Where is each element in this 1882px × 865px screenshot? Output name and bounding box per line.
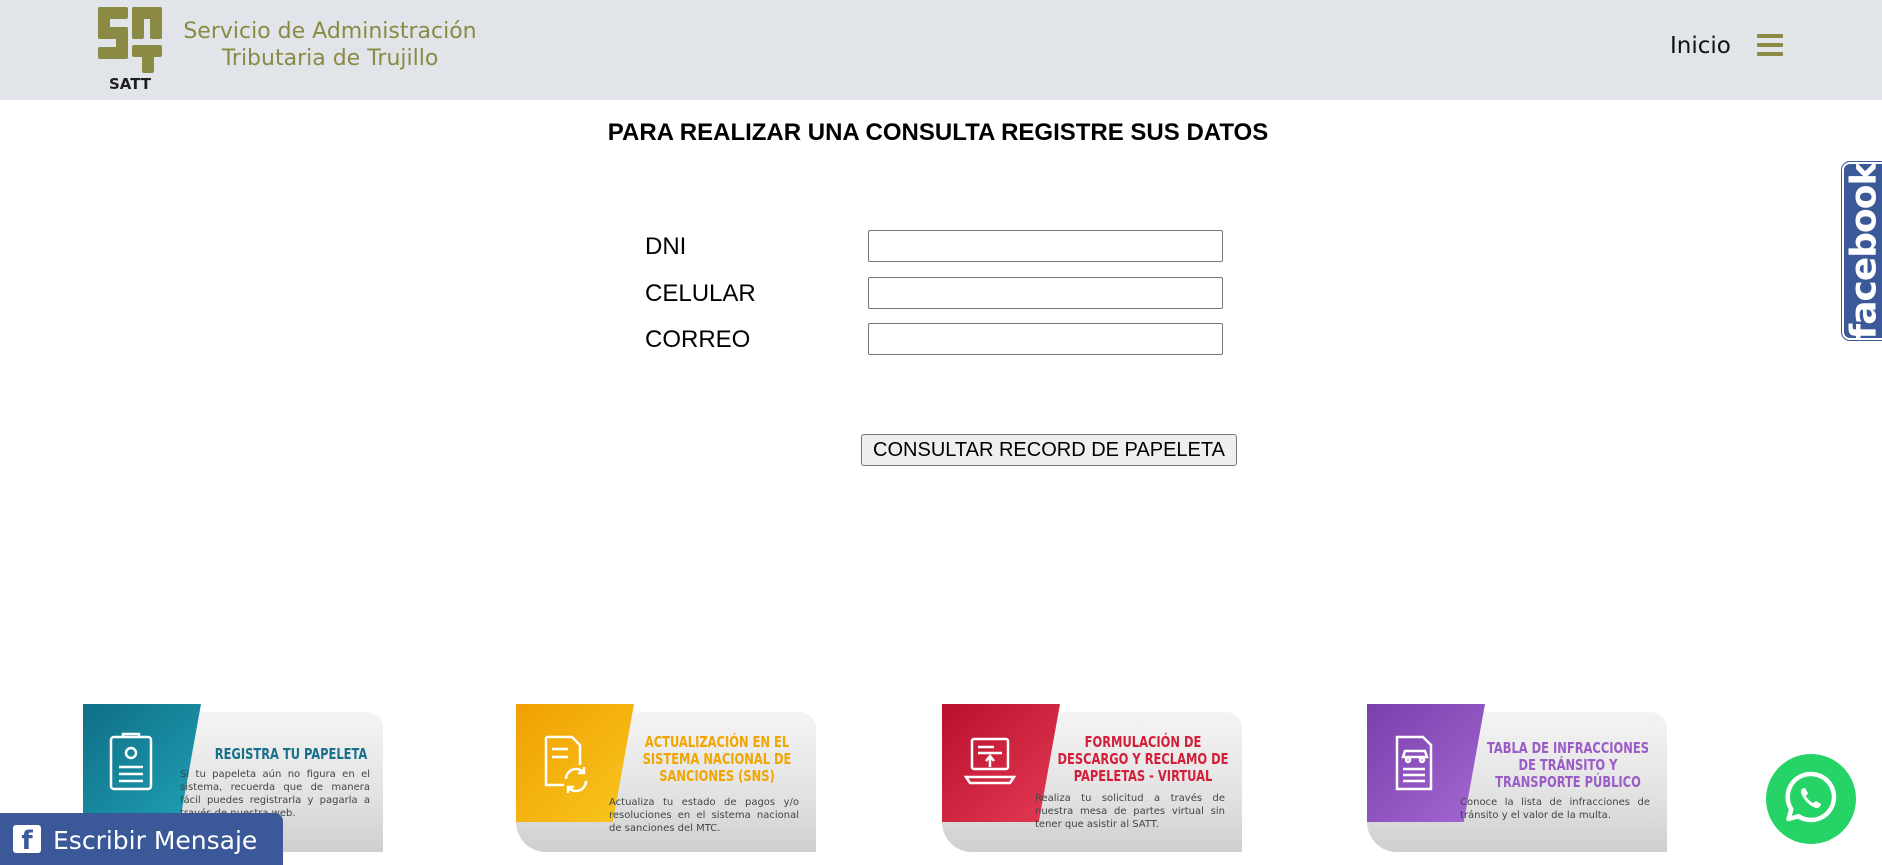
celular-label: CELULAR <box>645 280 756 307</box>
celular-field[interactable] <box>868 277 1223 309</box>
consultar-record-button[interactable]: CONSULTAR RECORD DE PAPELETA <box>861 434 1237 466</box>
document-badge-icon <box>109 732 153 791</box>
car-checklist-icon <box>1395 735 1433 791</box>
correo-field[interactable] <box>868 323 1223 355</box>
card-title: ACTUALIZACIÓN EN EL SISTEMA NACIONAL DE … <box>642 733 792 785</box>
card-formulacion-descargo[interactable]: FORMULACIÓN DE DESCARGO Y RECLAMO DE PAP… <box>942 704 1242 852</box>
card-actualizacion-sns[interactable]: ACTUALIZACIÓN EN EL SISTEMA NACIONAL DE … <box>516 704 816 852</box>
organization-name-line1: Servicio de Administración <box>183 19 477 44</box>
card-description: Realiza tu solicitud a través de nuestra… <box>1035 793 1225 830</box>
organization-name: Servicio de Administración Tributaria de… <box>180 18 480 72</box>
correo-label: CORREO <box>645 326 751 353</box>
facebook-side-label: facebook <box>1843 162 1882 340</box>
card-title: TABLA DE INFRACCIONES DE TRÁNSITO Y TRAN… <box>1487 739 1649 791</box>
document-refresh-icon <box>544 735 588 793</box>
card-title: FORMULACIÓN DE DESCARGO Y RECLAMO DE PAP… <box>1057 733 1229 785</box>
page-title: PARA REALIZAR UNA CONSULTA REGISTRE SUS … <box>607 119 1269 146</box>
site-header: SATT Servicio de Administración Tributar… <box>0 0 1882 100</box>
satt-logo[interactable]: SATT <box>96 5 164 91</box>
facebook-side-tab[interactable]: facebook <box>1842 162 1882 340</box>
nav-link-inicio[interactable]: Inicio <box>1670 33 1731 59</box>
dni-label: DNI <box>645 233 687 260</box>
whatsapp-button[interactable] <box>1766 754 1856 844</box>
escribir-mensaje-label: Escribir Mensaje <box>53 826 258 855</box>
organization-name-line2: Tributaria de Trujillo <box>221 46 439 71</box>
card-description: Conoce la lista de infracciones de tráns… <box>1460 797 1650 821</box>
card-title: REGISTRA TU PAPELETA <box>214 745 368 763</box>
svg-text:SATT: SATT <box>109 75 152 91</box>
laptop-document-icon <box>964 737 1016 785</box>
card-tabla-infracciones[interactable]: TABLA DE INFRACCIONES DE TRÁNSITO Y TRAN… <box>1367 704 1667 852</box>
whatsapp-icon <box>1785 771 1837 823</box>
facebook-icon: f <box>13 825 41 856</box>
card-description: Si tu papeleta aún no figura en el siste… <box>180 769 370 816</box>
card-description: Actualiza tu estado de pagos y/o resoluc… <box>609 797 799 834</box>
escribir-mensaje-bar[interactable]: f Escribir Mensaje <box>0 813 283 865</box>
dni-field[interactable] <box>868 230 1223 262</box>
hamburger-icon[interactable] <box>1757 34 1783 58</box>
